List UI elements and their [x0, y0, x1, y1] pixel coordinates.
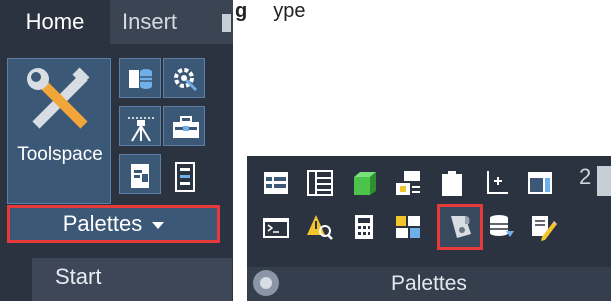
palettes-panel-label-right: Palettes [391, 272, 467, 295]
ribbon-window-icon [528, 172, 552, 194]
document-panel-button[interactable] [119, 154, 161, 194]
toolbox-button[interactable] [163, 106, 205, 146]
ucs-axis-icon [487, 171, 508, 194]
right-ribbon-panel: 2 Palettes [247, 156, 611, 301]
layer-manager-button[interactable] [389, 164, 429, 204]
calculator-button[interactable] [345, 208, 385, 248]
command-line-icon [263, 218, 289, 238]
data-store-button[interactable] [119, 58, 161, 98]
properties-grid-button[interactable] [301, 164, 341, 204]
tool-palette-button[interactable] [257, 164, 297, 204]
document-text-fragment: g ype [235, 0, 305, 32]
cropped-number: 2 [579, 164, 592, 189]
design-center-icon [396, 216, 420, 238]
database-connect-icon [490, 215, 514, 237]
toolbox-icon [173, 116, 199, 138]
survey-tripod-icon [128, 117, 154, 142]
ribbon-window-button[interactable] [521, 164, 561, 204]
toolspace-label: Toolspace [17, 144, 103, 165]
design-center-button[interactable] [389, 208, 429, 248]
markup-pencil-icon [532, 216, 557, 241]
file-tab-row: Start [0, 248, 233, 301]
panel-launcher-icon[interactable] [253, 270, 279, 296]
document-panel-icon [131, 164, 149, 188]
settings-button[interactable] [163, 58, 205, 98]
data-store-icon [129, 69, 152, 89]
wrench-screwdriver-icon [27, 67, 90, 129]
palettes-panel-dropdown[interactable]: Palettes [7, 205, 220, 243]
dbconnect-button[interactable] [483, 208, 523, 248]
fragment-rest: ype [273, 0, 306, 22]
toolspace-scroll-icon [451, 216, 471, 238]
start-tab[interactable]: Start [32, 258, 232, 301]
left-ribbon-panel: Home Insert Toolspace Palettes Start [0, 0, 233, 301]
tab-insert[interactable]: Insert [122, 0, 177, 44]
ribbon-tab-row: Home Insert [0, 0, 233, 44]
property-list-icon [175, 162, 195, 192]
cropped-tab-edge [222, 14, 231, 32]
toolspace-button[interactable]: Toolspace [7, 58, 111, 204]
clipboard-button[interactable] [433, 164, 473, 204]
clipboard-icon [442, 171, 462, 196]
block-palette-button[interactable] [345, 164, 385, 204]
fragment-bold: g [235, 0, 248, 22]
tab-home[interactable]: Home [0, 0, 110, 44]
green-cube-icon [354, 172, 376, 195]
calculator-icon [355, 215, 373, 239]
palettes-panel-label: Palettes [62, 211, 143, 236]
ucs-button[interactable] [477, 164, 517, 204]
audit-button[interactable] [301, 208, 341, 248]
tool-palette-icon [264, 172, 288, 194]
toolspace-scroll-button[interactable] [440, 207, 480, 247]
property-list-button[interactable] [163, 154, 205, 194]
command-line-button[interactable] [257, 208, 297, 248]
cropped-edge [597, 166, 611, 196]
chevron-down-icon [152, 221, 165, 229]
layer-manager-icon [396, 171, 420, 195]
markup-button[interactable] [525, 208, 565, 248]
warning-search-icon [307, 215, 333, 240]
palettes-panel-title[interactable]: Palettes [247, 267, 611, 301]
gear-settings-icon [174, 68, 198, 92]
properties-grid-icon [307, 170, 333, 196]
survey-button[interactable] [119, 106, 161, 146]
